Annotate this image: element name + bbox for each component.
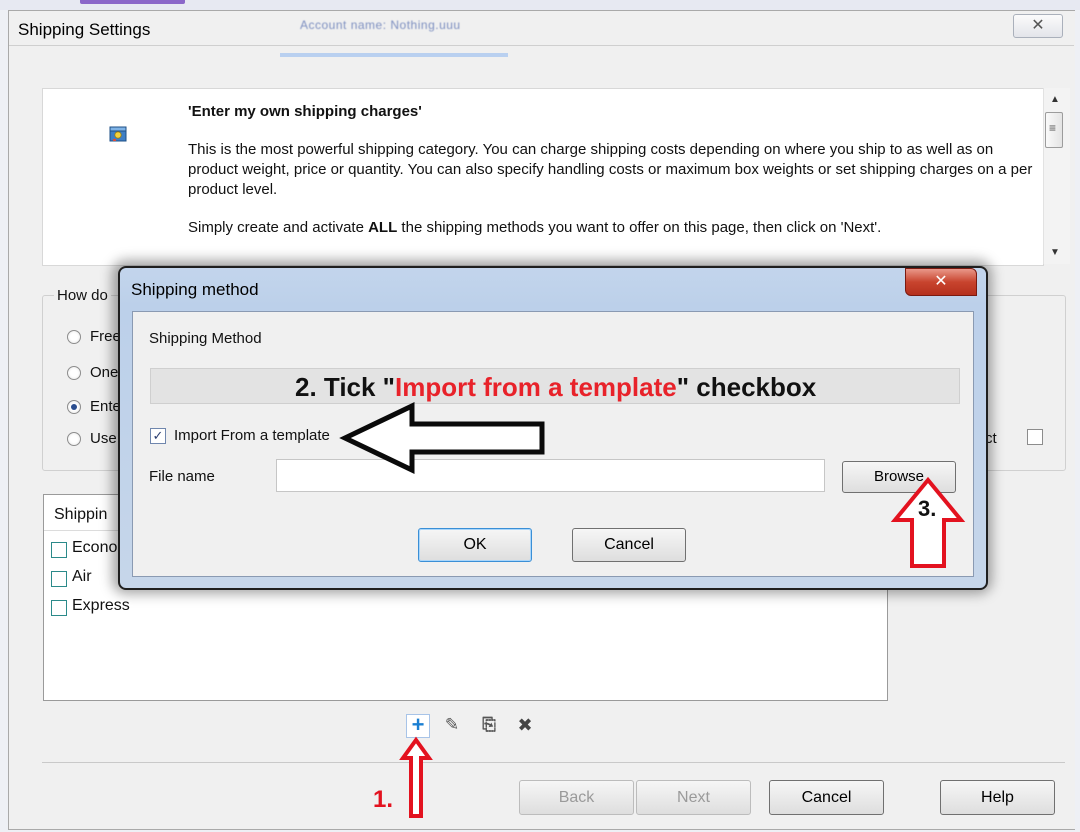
- annotation-step-1: 1.: [373, 786, 394, 813]
- annotation-overlay: [339, 402, 966, 818]
- annotation-step-3: 3.: [918, 496, 937, 521]
- annotation-arrow-left-icon: [339, 402, 545, 474]
- annotation-arrow-up-icon-step1: [399, 736, 433, 818]
- annotation-arrow-up-icon-step3: [890, 476, 966, 568]
